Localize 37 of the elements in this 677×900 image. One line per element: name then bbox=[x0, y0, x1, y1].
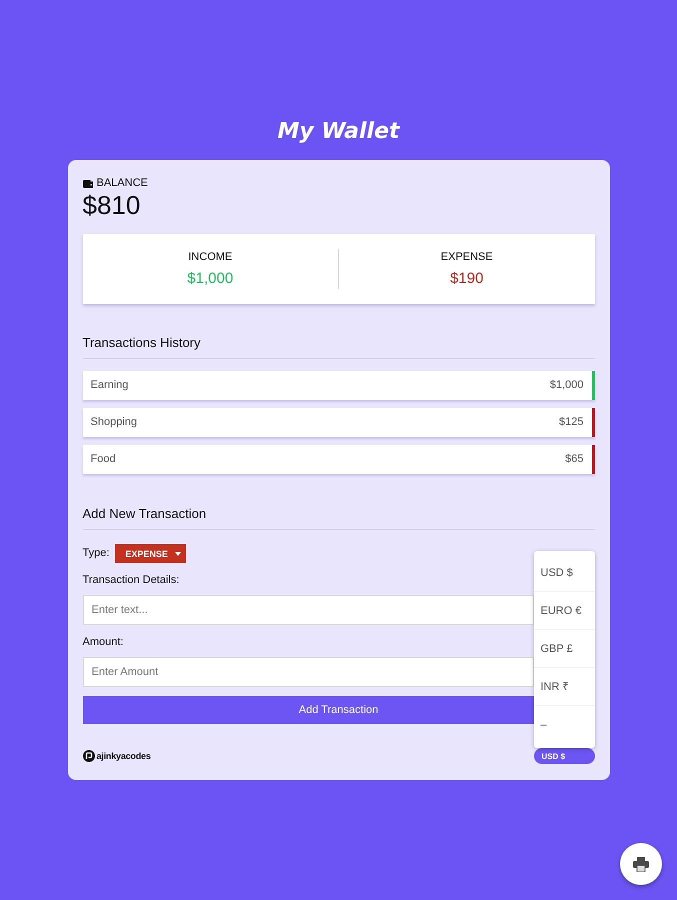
currency-option[interactable]: INR ₹ bbox=[534, 668, 594, 706]
transaction-name: Earning bbox=[90, 379, 128, 392]
currency-option[interactable]: GBP £ bbox=[534, 630, 594, 668]
transaction-amount: $65 bbox=[565, 453, 584, 466]
summary-amount: $1,000 bbox=[187, 270, 234, 287]
type-label: Type: bbox=[82, 547, 110, 560]
balance-label: BALANCE bbox=[96, 177, 148, 190]
balance-amount: $810 bbox=[82, 190, 140, 220]
summary-label: INCOME bbox=[188, 251, 232, 264]
currency-option[interactable]: – bbox=[534, 706, 594, 744]
amount-input[interactable]: Enter Amount bbox=[82, 657, 534, 687]
details-label: Transaction Details: bbox=[82, 574, 180, 587]
transaction-name: Shopping bbox=[90, 416, 137, 429]
section-heading: Add New Transaction bbox=[82, 506, 594, 530]
currency-option[interactable]: EURO € bbox=[534, 592, 594, 630]
type-select[interactable]: EXPENSE bbox=[115, 544, 186, 563]
transaction-name: Food bbox=[90, 453, 116, 466]
app-title: My Wallet bbox=[276, 118, 402, 146]
wallet-icon bbox=[82, 180, 92, 188]
transaction-row[interactable]: Shopping $125 bbox=[82, 408, 594, 437]
summary-label: EXPENSE bbox=[440, 251, 493, 264]
amount-label: Amount: bbox=[82, 636, 124, 649]
brand-name: ajinkyacodes bbox=[96, 750, 151, 762]
transaction-amount: $125 bbox=[559, 416, 584, 429]
currency-option[interactable]: USD $ bbox=[534, 554, 594, 592]
transaction-amount: $1,000 bbox=[550, 379, 584, 392]
caret-icon bbox=[174, 552, 181, 556]
print-button[interactable] bbox=[620, 843, 662, 885]
transaction-row[interactable]: Food $65 bbox=[82, 445, 594, 474]
brand-logo-icon bbox=[82, 750, 94, 762]
add-transaction-button[interactable]: Add Transaction bbox=[82, 696, 534, 724]
section-heading: Transactions History bbox=[82, 335, 594, 359]
currency-select[interactable]: USD $ bbox=[534, 748, 594, 764]
transaction-row[interactable]: Earning $1,000 bbox=[82, 371, 594, 400]
summary-amount: $190 bbox=[450, 270, 484, 287]
details-input[interactable]: Enter text... bbox=[82, 595, 534, 625]
printer-icon bbox=[633, 856, 649, 872]
